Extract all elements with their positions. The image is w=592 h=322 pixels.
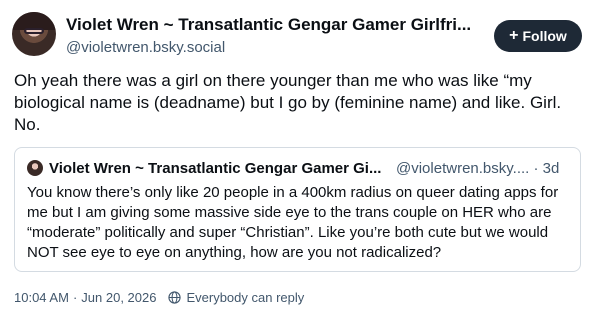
avatar-glasses bbox=[24, 28, 44, 34]
follow-button-label: Follow bbox=[522, 28, 567, 44]
post-text: Oh yeah there was a girl on there younge… bbox=[14, 71, 562, 134]
quote-text: You know there’s only like 20 people in … bbox=[27, 184, 559, 261]
plus-icon: + bbox=[509, 27, 519, 44]
follow-button[interactable]: + Follow bbox=[494, 20, 582, 52]
quote-avatar[interactable] bbox=[27, 160, 43, 176]
meta-separator: · bbox=[72, 290, 78, 305]
post-meta: 10:04 AM · Jun 20, 2026 Everybody can re… bbox=[14, 290, 304, 305]
post-date: Jun 20, 2026 bbox=[81, 290, 157, 305]
quote-handle-time: @violetwren.bsky.... · 3d bbox=[396, 160, 560, 177]
quoted-post[interactable]: Violet Wren ~ Transatlantic Gengar Gamer… bbox=[14, 147, 581, 272]
avatar[interactable] bbox=[12, 12, 56, 56]
reply-setting-label: Everybody can reply bbox=[186, 290, 305, 305]
quote-display-name: Violet Wren ~ Transatlantic Gengar Gamer… bbox=[49, 160, 382, 177]
globe-icon bbox=[168, 291, 182, 304]
author-display-name[interactable]: Violet Wren ~ Transatlantic Gengar Gamer… bbox=[66, 15, 486, 35]
post-time: 10:04 AM bbox=[14, 290, 69, 305]
reply-setting[interactable]: Everybody can reply bbox=[168, 290, 304, 305]
post-card: Violet Wren ~ Transatlantic Gengar Gamer… bbox=[0, 0, 592, 322]
author-handle[interactable]: @violetwren.bsky.social bbox=[66, 39, 225, 56]
